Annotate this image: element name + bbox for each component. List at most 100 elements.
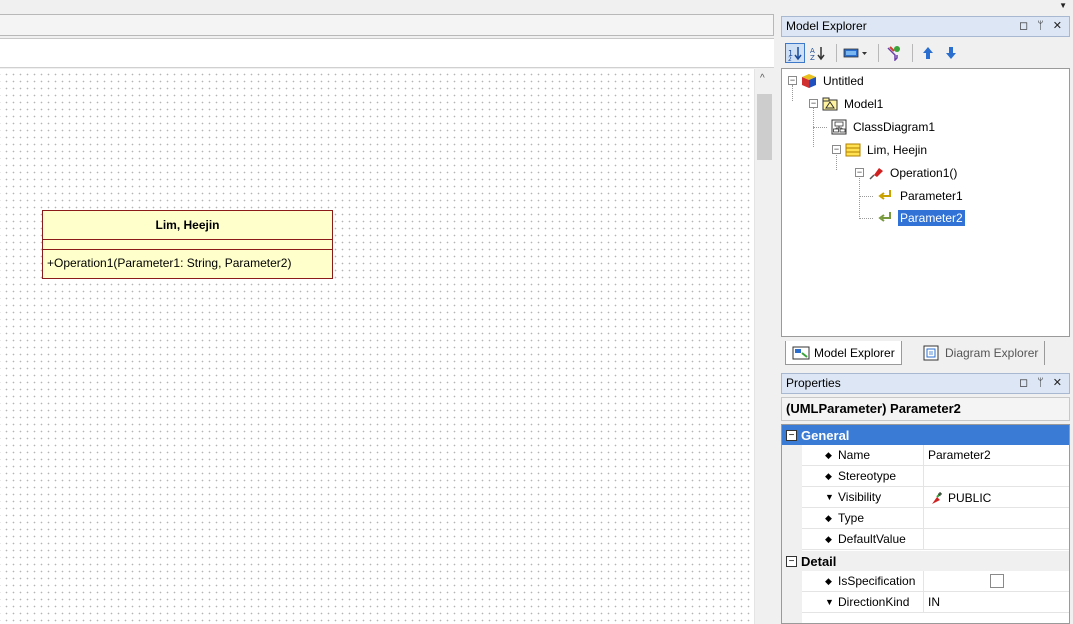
diagram-header-bar xyxy=(0,38,774,68)
property-marker-icon: ▼ xyxy=(825,597,834,607)
svg-text:Z: Z xyxy=(810,54,815,61)
sort-by-order-button[interactable]: 12 xyxy=(785,43,805,63)
tree-label: Lim, Heejin xyxy=(867,142,928,157)
view-options-dropdown[interactable] xyxy=(842,43,870,63)
toolbar-separator xyxy=(836,44,837,62)
document-tab-bar xyxy=(0,14,774,36)
filter-icon xyxy=(887,46,900,61)
project-cube-icon xyxy=(801,73,817,89)
property-name: DefaultValue xyxy=(838,532,906,546)
top-strip: ▼ xyxy=(0,0,1073,14)
properties-window-buttons[interactable]: ◻ ᛘ ✕ xyxy=(1019,374,1065,393)
right-dock: Model Explorer ◻ ᛘ ✕ 12 AZ − Untitled − … xyxy=(778,14,1073,624)
diagram-explorer-tab-icon xyxy=(923,345,939,361)
filter-button[interactable] xyxy=(884,43,904,63)
model-explorer-window-buttons[interactable]: ◻ ᛘ ✕ xyxy=(1019,17,1065,36)
scrollbar-thumb[interactable] xyxy=(757,94,772,160)
tree-item-class-lim-heejin[interactable]: − Lim, Heejin xyxy=(832,140,929,159)
property-marker-icon: ◆ xyxy=(825,534,832,544)
canvas-vertical-scrollbar[interactable]: ^ xyxy=(754,69,774,624)
category-label: Detail xyxy=(801,553,837,569)
collapse-box-icon[interactable]: − xyxy=(786,429,797,441)
property-row-stereotype[interactable]: ◆ Stereotype xyxy=(802,466,1069,487)
property-grid[interactable]: − General ◆ Name Parameter2 ◆ Stereotype ▼… xyxy=(781,424,1070,624)
tree-item-untitled[interactable]: − Untitled xyxy=(788,71,866,90)
property-row-isspecification[interactable]: ◆ IsSpecification xyxy=(802,571,1069,592)
svg-text:2: 2 xyxy=(788,56,792,61)
property-marker-icon: ◆ xyxy=(825,576,832,586)
dropdown-arrow-icon[interactable]: ▼ xyxy=(1059,1,1067,10)
sort-order-icon: 12 xyxy=(788,47,802,61)
property-value-visibility[interactable]: PUBLIC xyxy=(928,487,991,508)
sort-by-name-button[interactable]: AZ xyxy=(808,43,828,63)
tree-label: Untitled xyxy=(823,73,864,88)
collapse-toggle-icon[interactable]: − xyxy=(788,76,797,85)
operation-icon xyxy=(868,165,884,181)
category-label: General xyxy=(801,427,850,443)
property-marker-icon: ◆ xyxy=(825,450,832,460)
visibility-value: PUBLIC xyxy=(948,490,992,505)
collapse-toggle-icon[interactable]: − xyxy=(809,99,818,108)
model-explorer-title-bar: Model Explorer ◻ ᛘ ✕ xyxy=(781,16,1070,37)
tree-item-classdiagram1[interactable]: ClassDiagram1 xyxy=(831,117,937,136)
property-name: DirectionKind xyxy=(838,595,910,609)
model-tree[interactable]: − Untitled − Model1 ClassDiagram1 − Lim,… xyxy=(781,68,1070,337)
tree-label: Model1 xyxy=(844,96,884,111)
tab-label: Diagram Explorer xyxy=(945,346,1039,360)
move-up-button[interactable] xyxy=(918,43,938,63)
collapse-box-icon[interactable]: − xyxy=(786,555,797,567)
public-visibility-icon xyxy=(932,491,942,504)
property-value[interactable]: IN xyxy=(928,592,940,613)
tree-label: Parameter1 xyxy=(900,188,963,203)
property-row-visibility[interactable]: ▼ Visibility PUBLIC xyxy=(802,487,1069,508)
property-name: Name xyxy=(838,448,871,462)
tab-diagram-explorer[interactable]: Diagram Explorer xyxy=(917,341,1046,365)
sort-alpha-icon: AZ xyxy=(810,47,825,61)
property-marker-icon: ◆ xyxy=(825,471,832,481)
tree-label: ClassDiagram1 xyxy=(853,119,936,134)
property-name: Stereotype xyxy=(838,469,897,483)
model-explorer-tab-icon xyxy=(792,346,810,359)
explorer-tabs: Model Explorer Diagram Explorer xyxy=(781,339,1070,367)
tree-label: Operation1() xyxy=(890,165,958,180)
property-value[interactable]: Parameter2 xyxy=(928,445,991,466)
tree-label-selected: Parameter2 xyxy=(898,209,965,226)
tab-label: Model Explorer xyxy=(814,345,895,360)
uml-class-operation[interactable]: +Operation1(Parameter1: String, Paramete… xyxy=(43,250,332,278)
model-explorer-title: Model Explorer xyxy=(786,19,867,33)
model-explorer-toolbar: 12 AZ xyxy=(781,40,1070,66)
category-detail[interactable]: − Detail xyxy=(782,551,1069,571)
tab-model-explorer[interactable]: Model Explorer xyxy=(785,341,902,365)
class-icon xyxy=(845,142,861,158)
property-row-name[interactable]: ◆ Name Parameter2 xyxy=(802,445,1069,466)
isspecification-checkbox[interactable] xyxy=(990,574,1004,588)
property-row-type[interactable]: ◆ Type xyxy=(802,508,1069,529)
tree-item-model1[interactable]: − Model1 xyxy=(809,94,885,113)
property-name: Visibility xyxy=(838,490,882,504)
toolbar-separator xyxy=(878,44,879,62)
view-options-icon xyxy=(843,48,867,58)
property-marker-icon: ▼ xyxy=(825,492,834,502)
property-row-directionkind[interactable]: ▼ DirectionKind IN xyxy=(802,592,1069,613)
model-package-icon xyxy=(822,96,838,112)
category-general[interactable]: − General xyxy=(782,425,1069,445)
tree-item-parameter2[interactable]: Parameter2 xyxy=(878,208,965,227)
uml-class-name: Lim, Heejin xyxy=(43,211,332,240)
property-name: IsSpecification xyxy=(838,574,916,588)
properties-element-header: (UMLParameter) Parameter2 xyxy=(781,397,1070,421)
property-row-defaultvalue[interactable]: ◆ DefaultValue xyxy=(802,529,1069,550)
tree-item-parameter1[interactable]: Parameter1 xyxy=(878,186,965,205)
properties-title-bar: Properties ◻ ᛘ ✕ xyxy=(781,373,1070,394)
class-diagram-icon xyxy=(831,119,847,135)
property-name: Type xyxy=(838,511,865,525)
arrow-down-icon xyxy=(946,47,956,59)
uml-class-box[interactable]: Lim, Heejin +Operation1(Parameter1: Stri… xyxy=(42,210,333,279)
diagram-canvas[interactable]: Lim, Heejin +Operation1(Parameter1: Stri… xyxy=(0,69,754,624)
move-down-button[interactable] xyxy=(941,43,961,63)
collapse-toggle-icon[interactable]: − xyxy=(832,145,841,154)
collapse-toggle-icon[interactable]: − xyxy=(855,168,864,177)
tree-item-operation1[interactable]: − Operation1() xyxy=(855,163,959,182)
scroll-up-arrow-icon[interactable]: ^ xyxy=(760,73,765,84)
property-marker-icon: ◆ xyxy=(825,513,832,523)
properties-title: Properties xyxy=(786,376,841,390)
